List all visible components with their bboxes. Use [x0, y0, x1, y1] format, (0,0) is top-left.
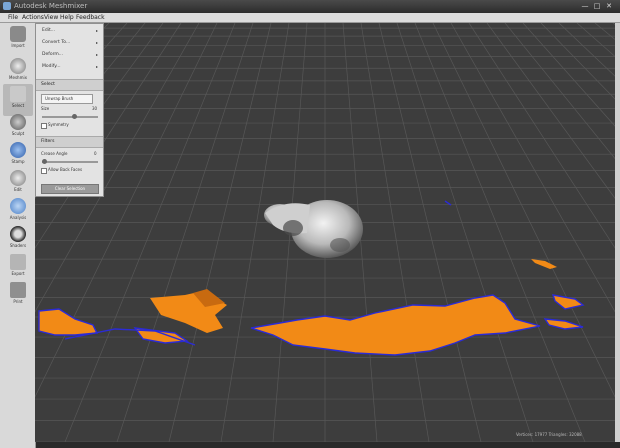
select-section-header[interactable]: Select — [36, 79, 103, 91]
analysis-icon — [10, 198, 26, 214]
close-button[interactable]: ✕ — [604, 2, 614, 10]
tool-import[interactable]: Import — [3, 24, 33, 56]
tool-label: Export — [11, 271, 25, 276]
allow-back-faces-checkbox[interactable] — [41, 168, 47, 174]
print-icon — [10, 282, 26, 298]
maximize-button[interactable]: □ — [592, 2, 602, 10]
menu-help[interactable]: Help — [60, 13, 74, 22]
select-arrow-icon — [10, 86, 26, 102]
mesh-stats: Vertices: 17977 Triangles: 32088 — [516, 432, 582, 437]
menu-bar: File Actions View Help Feedback — [0, 13, 620, 23]
minimize-button[interactable]: — — [580, 2, 590, 10]
export-icon — [10, 254, 26, 270]
tool-label: Stamp — [11, 159, 25, 164]
action-modify[interactable]: Modify... ▸ — [36, 61, 103, 72]
menu-actions[interactable]: Actions — [22, 13, 44, 22]
action-label: Edit... — [42, 28, 56, 33]
slider-knob[interactable] — [72, 114, 77, 119]
meshmix-icon — [10, 58, 26, 74]
filters-section-header[interactable]: Filters — [36, 136, 103, 148]
symmetry-label: Symmetry — [48, 122, 69, 127]
action-label: Deform... — [42, 52, 64, 57]
tool-label: Analysis — [9, 215, 27, 220]
skull-mesh[interactable] — [264, 200, 363, 258]
sculpt-brush-icon — [10, 114, 26, 130]
size-slider[interactable] — [42, 114, 98, 119]
tool-label: Meshmix — [9, 75, 27, 80]
crease-angle-slider[interactable] — [42, 159, 98, 164]
window-title: Autodesk Meshmixer — [14, 2, 88, 10]
allow-back-faces-label: Allow Back Faces — [48, 167, 83, 172]
left-toolbar: Import Meshmix Select Sculpt Stamp Edit … — [0, 23, 36, 448]
menu-feedback[interactable]: Feedback — [76, 13, 105, 22]
tool-label: Import — [11, 43, 25, 48]
title-bar: Autodesk Meshmixer — □ ✕ — [0, 0, 620, 14]
clear-selection-button[interactable]: Clear Selection — [41, 184, 99, 194]
slider-knob[interactable] — [42, 159, 47, 164]
tool-print[interactable]: Print — [3, 280, 33, 312]
dropdown-value: Unwrap Brush — [45, 96, 74, 101]
action-label: Modify... — [42, 64, 61, 69]
action-deform[interactable]: Deform... ▸ — [36, 49, 103, 60]
tool-label: Print — [13, 299, 23, 304]
app-window: Autodesk Meshmixer — □ ✕ File Actions Vi… — [0, 0, 620, 448]
tool-label: Edit — [14, 187, 22, 192]
plus-icon — [10, 26, 26, 42]
viewport-scene — [35, 23, 615, 442]
stamp-icon — [10, 142, 26, 158]
brush-dropdown[interactable]: Unwrap Brush — [41, 94, 93, 104]
app-logo-icon — [3, 2, 11, 10]
size-value: 30 — [92, 106, 98, 111]
chevron-right-icon: ▸ — [95, 52, 98, 57]
symmetry-checkbox[interactable] — [41, 123, 47, 129]
tool-label: Sculpt — [11, 131, 25, 136]
tool-label: Select — [11, 103, 25, 108]
chevron-right-icon: ▸ — [95, 40, 98, 45]
chevron-right-icon: ▸ — [95, 28, 98, 33]
action-convert[interactable]: Convert To... ▸ — [36, 37, 103, 48]
menu-file[interactable]: File — [8, 13, 18, 22]
action-label: Convert To... — [42, 40, 71, 45]
shaders-icon — [10, 226, 26, 242]
3d-viewport[interactable] — [35, 23, 615, 442]
menu-view[interactable]: View — [44, 13, 58, 22]
edit-icon — [10, 170, 26, 186]
chevron-right-icon: ▸ — [95, 64, 98, 69]
crease-angle-value: 0 — [94, 151, 97, 156]
size-label: Size — [41, 106, 50, 111]
section-title: Filters — [41, 139, 55, 144]
crease-angle-label: Crease Angle — [41, 151, 68, 156]
section-title: Select — [41, 82, 55, 87]
select-tool-panel: Edit... ▸ Convert To... ▸ Deform... ▸ Modif… — [35, 23, 104, 197]
action-edit[interactable]: Edit... ▸ — [36, 25, 103, 36]
tool-label: Shaders — [9, 243, 27, 248]
right-scrollbar[interactable] — [615, 23, 620, 442]
